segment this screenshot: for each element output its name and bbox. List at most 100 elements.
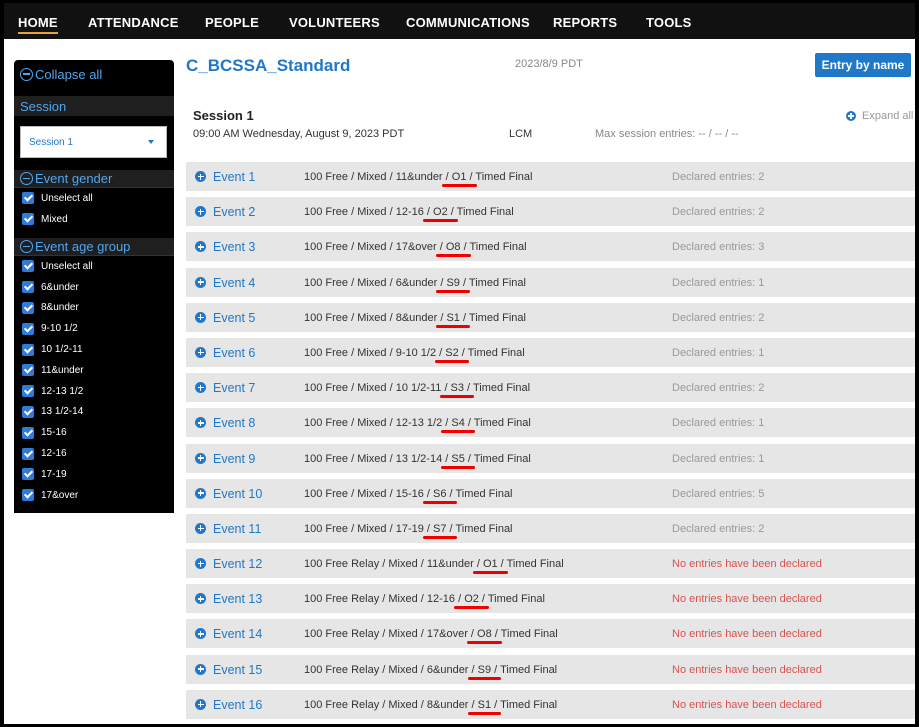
plus-circle-icon[interactable] <box>195 522 206 534</box>
plus-circle-icon[interactable] <box>195 311 206 323</box>
plus-circle-icon[interactable] <box>195 593 206 605</box>
event-label[interactable]: Event 13 <box>213 592 262 606</box>
event-label[interactable]: Event 6 <box>213 346 255 360</box>
event-label[interactable]: Event 15 <box>213 663 262 677</box>
collapse-all-button[interactable]: Collapse all <box>14 60 174 88</box>
event-label[interactable]: Event 4 <box>213 276 255 290</box>
filter-option-label: Mixed <box>41 213 68 225</box>
event-row[interactable]: Event 16 100 Free Relay / Mixed / 8&under… <box>186 689 915 719</box>
event-row[interactable]: Event 2 100 Free / Mixed / 12-16 / O2 / T… <box>186 197 915 227</box>
event-row[interactable]: Event 5 100 Free / Mixed / 8&under / S1 /… <box>186 302 915 332</box>
nav-attendance[interactable]: ATTENDANCE <box>88 15 179 30</box>
event-label[interactable]: Event 3 <box>213 240 255 254</box>
filter-checkbox-row[interactable]: 17-19 <box>14 464 174 485</box>
filter-checkbox-row[interactable]: 9-10 1/2 <box>14 318 174 339</box>
nav-home[interactable]: HOME <box>18 15 58 34</box>
plus-circle-icon[interactable] <box>195 346 206 358</box>
nav-communications[interactable]: COMMUNICATIONS <box>406 15 530 30</box>
checkbox-checked-icon[interactable] <box>22 213 34 226</box>
filter-checkbox-row[interactable]: Mixed <box>14 209 174 230</box>
event-desc-suffix: Timed Final <box>466 276 526 289</box>
gender-heading[interactable]: Event gender <box>14 170 174 188</box>
event-label[interactable]: Event 14 <box>213 627 262 641</box>
event-desc-suffix: Timed Final <box>503 558 564 571</box>
event-label[interactable]: Event 8 <box>213 416 255 430</box>
event-desc-prefix: 100 Free / Mixed / 6&under <box>304 276 441 289</box>
plus-circle-icon[interactable] <box>195 663 206 675</box>
checkbox-checked-icon[interactable] <box>22 281 34 294</box>
checkbox-checked-icon[interactable] <box>22 301 34 314</box>
checkbox-checked-icon[interactable] <box>22 192 34 205</box>
filter-checkbox-row[interactable]: 6&under <box>14 277 174 298</box>
plus-circle-icon[interactable] <box>195 206 206 218</box>
plus-circle-icon[interactable] <box>195 171 206 182</box>
filter-checkbox-row[interactable]: 12-16 <box>14 443 174 464</box>
plus-circle-icon[interactable] <box>195 487 206 499</box>
event-row[interactable]: Event 12 100 Free Relay / Mixed / 11&unde… <box>186 549 915 579</box>
event-description: 100 Free Relay / Mixed / 11&under / O1 /… <box>304 558 564 575</box>
plus-circle-icon[interactable] <box>195 382 206 394</box>
event-row[interactable]: Event 9 100 Free / Mixed / 13 1/2-14 / S5… <box>186 443 915 473</box>
expand-all-button[interactable]: Expand all <box>846 110 913 122</box>
checkbox-checked-icon[interactable] <box>22 447 34 460</box>
event-label[interactable]: Event 11 <box>213 522 261 536</box>
event-row[interactable]: Event 15 100 Free Relay / Mixed / 6&under… <box>186 654 915 684</box>
event-label[interactable]: Event 10 <box>213 487 262 501</box>
filter-checkbox-row[interactable]: 10 1/2-11 <box>14 339 174 360</box>
age-heading[interactable]: Event age group <box>14 238 174 256</box>
event-label[interactable]: Event 12 <box>213 557 262 571</box>
event-row[interactable]: Event 14 100 Free Relay / Mixed / 17&over… <box>186 619 915 649</box>
event-label[interactable]: Event 9 <box>213 452 255 466</box>
nav-tools[interactable]: TOOLS <box>646 15 692 30</box>
event-row[interactable]: Event 13 100 Free Relay / Mixed / 12-16 /… <box>186 584 915 614</box>
event-label[interactable]: Event 5 <box>213 311 255 325</box>
nav-reports[interactable]: REPORTS <box>553 15 617 30</box>
event-row[interactable]: Event 3 100 Free / Mixed / 17&over / O8 /… <box>186 232 915 262</box>
plus-circle-icon[interactable] <box>195 628 206 640</box>
checkbox-checked-icon[interactable] <box>22 343 34 356</box>
filter-checkbox-row[interactable]: 8&under <box>14 298 174 319</box>
expand-all-label: Expand all <box>862 110 914 122</box>
nav-volunteers[interactable]: VOLUNTEERS <box>289 15 380 30</box>
event-row[interactable]: Event 1 100 Free / Mixed / 11&under / O1 … <box>186 162 915 191</box>
checkbox-checked-icon[interactable] <box>22 364 34 377</box>
session-select[interactable]: Session 1 <box>20 126 167 158</box>
event-row[interactable]: Event 8 100 Free / Mixed / 12-13 1/2 / S4… <box>186 408 915 438</box>
event-row[interactable]: Event 6 100 Free / Mixed / 9-10 1/2 / S2 … <box>186 337 915 367</box>
plus-circle-icon[interactable] <box>195 558 206 570</box>
checkbox-checked-icon[interactable] <box>22 468 34 481</box>
plus-circle-icon[interactable] <box>195 417 206 429</box>
event-row[interactable]: Event 11 100 Free / Mixed / 17-19 / S7 / … <box>186 513 915 543</box>
event-row[interactable]: Event 4 100 Free / Mixed / 6&under / S9 /… <box>186 267 915 297</box>
app-frame: HOME ATTENDANCE PEOPLE VOLUNTEERS COMMUN… <box>4 3 915 724</box>
event-desc-suffix: Timed Final <box>497 628 558 641</box>
checkbox-checked-icon[interactable] <box>22 426 34 439</box>
filter-checkbox-row[interactable]: 11&under <box>14 360 174 381</box>
filter-checkbox-row[interactable]: Unselect all <box>14 188 174 209</box>
event-label[interactable]: Event 1 <box>213 170 255 184</box>
event-label[interactable]: Event 2 <box>213 205 255 219</box>
filter-checkbox-row[interactable]: 17&over <box>14 485 174 506</box>
checkbox-checked-icon[interactable] <box>22 489 34 502</box>
plus-circle-icon[interactable] <box>195 698 206 710</box>
event-label[interactable]: Event 7 <box>213 381 255 395</box>
event-row[interactable]: Event 7 100 Free / Mixed / 10 1/2-11 / S3… <box>186 373 915 403</box>
event-desc-suffix: Timed Final <box>472 171 533 183</box>
plus-circle-icon[interactable] <box>195 241 206 253</box>
filter-checkbox-row[interactable]: 15-16 <box>14 422 174 443</box>
plus-circle-icon[interactable] <box>195 452 206 464</box>
checkbox-checked-icon[interactable] <box>22 322 34 335</box>
event-label[interactable]: Event 16 <box>213 698 262 712</box>
filter-checkbox-row[interactable]: 13 1/2-14 <box>14 402 174 423</box>
entry-by-name-button[interactable]: Entry by name <box>815 53 911 77</box>
event-status: No entries have been declared <box>672 663 822 676</box>
checkbox-checked-icon[interactable] <box>22 385 34 398</box>
nav-people[interactable]: PEOPLE <box>205 15 259 30</box>
event-desc-prefix: 100 Free Relay / Mixed / 8&under <box>304 698 472 711</box>
checkbox-checked-icon[interactable] <box>22 260 34 273</box>
filter-checkbox-row[interactable]: 12-13 1/2 <box>14 381 174 402</box>
plus-circle-icon[interactable] <box>195 276 206 288</box>
checkbox-checked-icon[interactable] <box>22 405 34 418</box>
event-row[interactable]: Event 10 100 Free / Mixed / 15-16 / S6 / … <box>186 478 915 508</box>
filter-checkbox-row[interactable]: Unselect all <box>14 256 174 277</box>
